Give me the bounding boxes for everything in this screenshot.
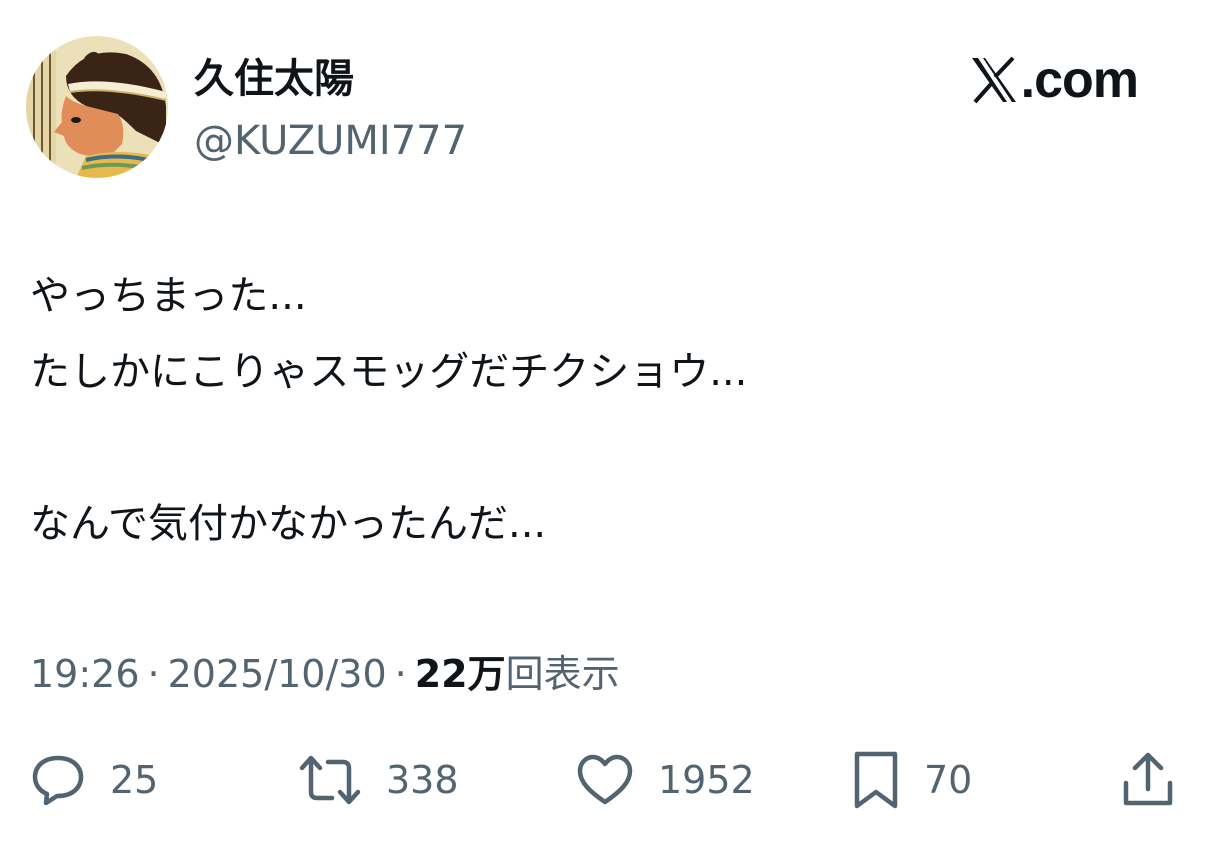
tweet-line: やっちまった... bbox=[30, 273, 307, 319]
repost-icon bbox=[298, 752, 362, 808]
bookmark-button[interactable]: 70 bbox=[852, 748, 972, 812]
tweet-line: たしかにこりゃスモッグだチクショウ... bbox=[30, 349, 748, 395]
meta-separator: · bbox=[394, 652, 407, 696]
reply-button[interactable]: 25 bbox=[30, 748, 158, 812]
repost-count: 338 bbox=[386, 758, 459, 802]
share-icon bbox=[1120, 751, 1176, 809]
repost-button[interactable]: 338 bbox=[298, 748, 459, 812]
brand-logo: .com bbox=[969, 50, 1139, 110]
tweet-text: やっちまった... たしかにこりゃスモッグだチクショウ... なんで気付かなかっ… bbox=[30, 258, 1170, 562]
tweet-line bbox=[30, 410, 1170, 486]
tweet-time[interactable]: 19:26 bbox=[30, 646, 140, 702]
bookmark-icon bbox=[852, 750, 900, 810]
brand-text: .com bbox=[1020, 51, 1139, 109]
reply-count: 25 bbox=[110, 758, 159, 802]
meta-separator: · bbox=[147, 652, 160, 696]
share-button[interactable] bbox=[1120, 748, 1176, 812]
views-count[interactable]: 22万 bbox=[415, 646, 506, 702]
bookmark-count: 70 bbox=[924, 758, 973, 802]
like-button[interactable]: 1952 bbox=[576, 748, 755, 812]
x-logo-icon bbox=[969, 55, 1019, 105]
author-handle[interactable]: @KUZUMI777 bbox=[194, 114, 467, 168]
reply-icon bbox=[30, 752, 86, 808]
action-bar: 25 338 1952 70 bbox=[0, 748, 1206, 812]
tweet-meta: 19:26 · 2025/10/30 · 22万 回表示 bbox=[30, 646, 620, 702]
tweet-line: なんで気付かなかったんだ... bbox=[30, 501, 547, 547]
tweet-date[interactable]: 2025/10/30 bbox=[168, 646, 387, 702]
avatar[interactable] bbox=[26, 36, 168, 178]
heart-icon bbox=[576, 753, 634, 807]
author-display-name[interactable]: 久住太陽 bbox=[194, 52, 354, 106]
views-label[interactable]: 回表示 bbox=[506, 646, 620, 702]
like-count: 1952 bbox=[658, 758, 755, 802]
